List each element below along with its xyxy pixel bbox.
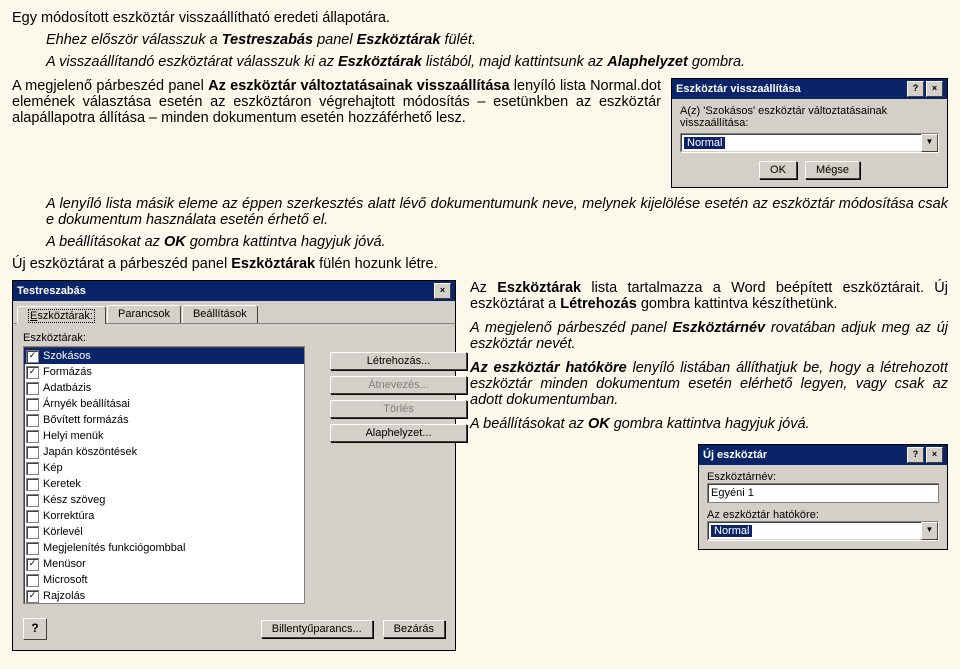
list-item-label: Kép xyxy=(43,462,63,474)
list-item[interactable]: ✓ Menüsor xyxy=(24,556,304,572)
help-icon[interactable]: ? xyxy=(23,618,47,640)
list-item-label: Japán köszöntések xyxy=(43,446,137,458)
text: Egy módosított eszköztár visszaállítható… xyxy=(12,10,390,26)
list-item[interactable]: Megjelenítés funkciógombbal xyxy=(24,540,304,556)
checkbox[interactable]: ✓ xyxy=(26,366,39,379)
toolbars-listbox[interactable]: ✓ Szokásos ✓ Formázás Adatbázis Árnyék beállí… xyxy=(23,346,305,604)
paragraph: A beállításokat az OK gombra kattintva h… xyxy=(12,234,948,250)
reset-button[interactable]: Alaphelyzet... xyxy=(330,424,467,442)
checkbox[interactable] xyxy=(26,510,39,523)
field-label: Az eszköztár hatóköre: xyxy=(707,509,939,521)
list-item-label: Bővített formázás xyxy=(43,414,129,426)
list-item-label: Kész szöveg xyxy=(43,494,105,506)
checkbox[interactable] xyxy=(26,462,39,475)
list-item[interactable]: Árnyék beállításai xyxy=(24,396,304,412)
close-button[interactable]: Bezárás xyxy=(383,620,445,638)
list-item[interactable]: Kép xyxy=(24,460,304,476)
dropdown-value: Normal xyxy=(711,525,752,537)
tab-options[interactable]: Beállítások xyxy=(182,305,258,323)
list-item[interactable]: Bővített formázás xyxy=(24,412,304,428)
close-icon[interactable]: × xyxy=(926,81,943,97)
dialog-titlebar: Testreszabás × xyxy=(13,281,455,301)
list-item[interactable]: ✓ Formázás xyxy=(24,364,304,380)
paragraph: A lenyíló lista másik eleme az éppen sze… xyxy=(12,196,948,228)
dialog-title: Eszköztár visszaállítása xyxy=(676,83,801,95)
list-item[interactable]: Helyi menük xyxy=(24,428,304,444)
list-item-label: Megjelenítés funkciógombbal xyxy=(43,542,185,554)
list-item[interactable]: Microsoft xyxy=(24,572,304,588)
checkbox[interactable] xyxy=(26,398,39,411)
reset-dialog: Eszköztár visszaállítása ? × A(z) 'Szoká… xyxy=(671,78,948,188)
help-icon[interactable]: ? xyxy=(907,447,924,463)
checkbox[interactable] xyxy=(26,446,39,459)
close-icon[interactable]: × xyxy=(926,447,943,463)
cancel-button[interactable]: Mégse xyxy=(805,161,860,179)
list-item[interactable]: Adatbázis xyxy=(24,380,304,396)
checkbox[interactable] xyxy=(26,430,39,443)
ok-button[interactable]: OK xyxy=(759,161,797,179)
tab-toolbars[interactable]: Eszköztárak: xyxy=(17,306,106,324)
list-item-label: Szokásos xyxy=(43,350,91,362)
scope-dropdown[interactable]: Normal ▼ xyxy=(707,521,939,541)
checkbox[interactable] xyxy=(26,526,39,539)
dialog-titlebar: Új eszköztár ? × xyxy=(699,445,947,465)
help-icon[interactable]: ? xyxy=(907,81,924,97)
paragraph: Egy módosított eszköztár visszaállítható… xyxy=(12,10,948,26)
paragraph: Új eszköztárat a párbeszéd panel Eszközt… xyxy=(12,256,948,272)
create-button[interactable]: Létrehozás... xyxy=(330,352,467,370)
checkbox[interactable] xyxy=(26,382,39,395)
list-item-label: Helyi menük xyxy=(43,430,104,442)
checkbox[interactable] xyxy=(26,414,39,427)
list-item-label: Microsoft xyxy=(43,574,88,586)
tabstrip: Eszköztárak: Parancsok Beállítások xyxy=(13,301,455,324)
toolbar-name-input[interactable]: Egyéni 1 xyxy=(707,483,939,503)
list-item-label: Menüsor xyxy=(43,558,86,570)
checkbox[interactable] xyxy=(26,478,39,491)
new-toolbar-dialog: Új eszköztár ? × Eszköztárnév: Egyéni 1 … xyxy=(698,444,948,550)
delete-button: Törlés xyxy=(330,400,467,418)
paragraph: Ehhez először válasszuk a Testreszabás p… xyxy=(12,32,948,48)
list-item-label: Adatbázis xyxy=(43,382,91,394)
field-label: Eszköztárnév: xyxy=(707,471,939,483)
keyboard-button[interactable]: Billentyűparancs... xyxy=(261,620,373,638)
paragraph: A visszaállítandó eszköztárat válasszuk … xyxy=(12,54,948,70)
list-item[interactable]: ✓ Rajzolás xyxy=(24,588,304,604)
customize-dialog: Testreszabás × Eszköztárak: Parancsok Be… xyxy=(12,280,456,651)
list-item-label: Korrektúra xyxy=(43,510,94,522)
reset-scope-dropdown[interactable]: Normal ▼ xyxy=(680,133,939,153)
close-icon[interactable]: × xyxy=(434,283,451,299)
list-item[interactable]: Korrektúra xyxy=(24,508,304,524)
list-item-label: Rajzolás xyxy=(43,590,85,602)
list-item[interactable]: Keretek xyxy=(24,476,304,492)
list-item[interactable]: ✓ Szokásos xyxy=(24,348,304,364)
checkbox[interactable] xyxy=(26,574,39,587)
dialog-title: Testreszabás xyxy=(17,285,86,297)
rename-button: Átnevezés... xyxy=(330,376,467,394)
checkbox[interactable]: ✓ xyxy=(26,350,39,363)
list-item[interactable]: Japán köszöntések xyxy=(24,444,304,460)
list-item-label: Körlevél xyxy=(43,526,83,538)
tab-commands[interactable]: Parancsok xyxy=(107,305,181,323)
checkbox[interactable]: ✓ xyxy=(26,590,39,603)
dropdown-value: Normal xyxy=(684,137,725,149)
list-item[interactable]: Kész szöveg xyxy=(24,492,304,508)
chevron-down-icon[interactable]: ▼ xyxy=(921,134,938,152)
chevron-down-icon[interactable]: ▼ xyxy=(921,522,938,540)
list-label: Eszköztárak: xyxy=(23,332,320,344)
list-item-label: Keretek xyxy=(43,478,81,490)
dialog-title: Új eszköztár xyxy=(703,449,767,461)
checkbox[interactable] xyxy=(26,494,39,507)
checkbox[interactable] xyxy=(26,542,39,555)
list-item[interactable]: Körlevél xyxy=(24,524,304,540)
checkbox[interactable]: ✓ xyxy=(26,558,39,571)
dialog-text: A(z) 'Szokásos' eszköztár változtatásain… xyxy=(680,105,939,129)
list-item-label: Árnyék beállításai xyxy=(43,398,130,410)
list-item-label: Formázás xyxy=(43,366,92,378)
dialog-titlebar: Eszköztár visszaállítása ? × xyxy=(672,79,947,99)
